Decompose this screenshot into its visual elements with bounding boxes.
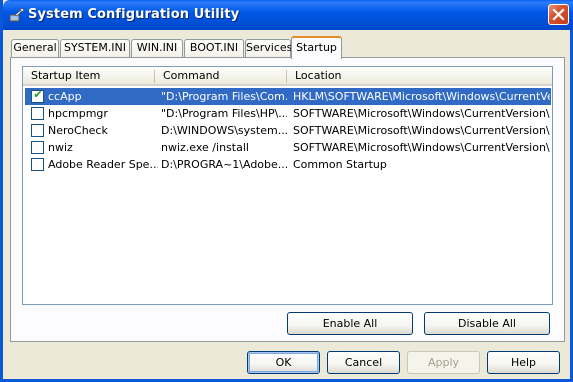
cancel-button[interactable]: Cancel: [327, 351, 400, 374]
tab-system-ini[interactable]: SYSTEM.INI: [60, 39, 130, 58]
tab-general[interactable]: General: [11, 39, 59, 58]
startup-item-name: ccApp: [48, 90, 82, 103]
system-configuration-window: System Configuration Utility General SYS…: [0, 0, 573, 382]
table-row[interactable]: nwiz nwiz.exe /install SOFTWARE\Microsof…: [25, 139, 551, 156]
startup-item-name: hpcmpmgr: [48, 107, 108, 120]
tab-win-ini[interactable]: WIN.INI: [131, 39, 183, 58]
check-icon: ✔: [33, 88, 43, 101]
column-header-startup-item[interactable]: Startup Item: [23, 67, 154, 86]
tab-label: SYSTEM.INI: [63, 41, 127, 54]
tab-label: BOOT.INI: [189, 41, 239, 54]
column-header-command[interactable]: Command: [155, 67, 286, 86]
startup-item-name: NeroCheck: [48, 124, 108, 137]
list-header: Startup Item Command Location: [23, 67, 552, 86]
tab-label: Services: [246, 41, 293, 54]
tab-services[interactable]: Services: [245, 39, 293, 58]
startup-item-command: "D:\Program Files\HP\...: [161, 107, 287, 120]
startup-item-command: D:\PROGRA~1\Adobe...: [161, 158, 287, 171]
startup-item-command: D:\WINDOWS\system...: [161, 124, 287, 137]
startup-item-location: SOFTWARE\Microsoft\Windows\CurrentVersio…: [293, 141, 550, 154]
item-checkbox[interactable]: [31, 107, 44, 120]
help-button[interactable]: Help: [487, 351, 560, 374]
column-header-location[interactable]: Location: [287, 67, 551, 86]
window-title: System Configuration Utility: [28, 7, 240, 22]
table-row[interactable]: ✔ ccApp "D:\Program Files\Com... HKLM\SO…: [25, 88, 551, 105]
tab-startup[interactable]: Startup: [291, 36, 342, 59]
item-checkbox[interactable]: [31, 158, 44, 171]
tab-boot-ini[interactable]: BOOT.INI: [184, 39, 244, 58]
tab-label: General: [13, 41, 57, 54]
apply-button[interactable]: Apply: [407, 351, 480, 374]
startup-item-location: Common Startup: [293, 158, 387, 171]
disable-all-button[interactable]: Disable All: [424, 312, 550, 335]
close-icon: [552, 8, 565, 21]
item-checkbox[interactable]: [31, 124, 44, 137]
item-checkbox[interactable]: [31, 141, 44, 154]
startup-item-location: SOFTWARE\Microsoft\Windows\CurrentVersio…: [293, 124, 550, 137]
table-row[interactable]: NeroCheck D:\WINDOWS\system... SOFTWARE\…: [25, 122, 551, 139]
msconfig-app-icon: [9, 7, 25, 23]
enable-all-button[interactable]: Enable All: [287, 312, 413, 335]
table-row[interactable]: hpcmpmgr "D:\Program Files\HP\... SOFTWA…: [25, 105, 551, 122]
tab-label: WIN.INI: [136, 41, 178, 54]
startup-item-command: "D:\Program Files\Com...: [161, 90, 287, 103]
startup-item-name: Adobe Reader Spe...: [48, 158, 158, 171]
tab-label: Startup: [296, 41, 337, 54]
startup-items-list[interactable]: Startup Item Command Location ✔ ccApp "D…: [22, 66, 553, 305]
startup-item-location: HKLM\SOFTWARE\Microsoft\Windows\CurrentV…: [293, 90, 550, 103]
ok-button[interactable]: OK: [247, 351, 320, 374]
table-row[interactable]: Adobe Reader Spe... D:\PROGRA~1\Adobe...…: [25, 156, 551, 173]
startup-item-location: SOFTWARE\Microsoft\Windows\CurrentVersio…: [293, 107, 550, 120]
startup-item-name: nwiz: [48, 141, 73, 154]
title-bar[interactable]: System Configuration Utility: [3, 0, 573, 30]
close-button[interactable]: [548, 4, 569, 25]
startup-item-command: nwiz.exe /install: [161, 141, 249, 154]
item-checkbox[interactable]: ✔: [31, 88, 44, 103]
